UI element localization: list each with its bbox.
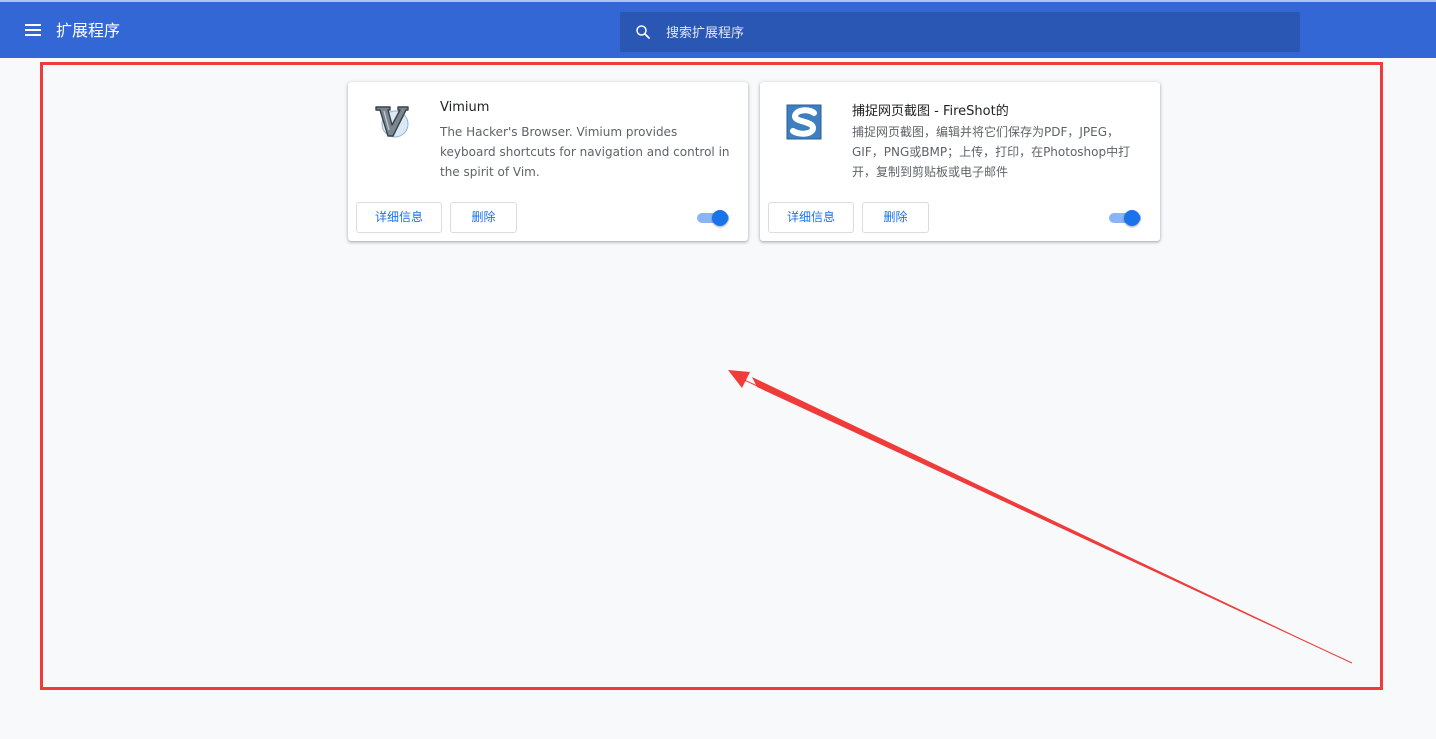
remove-button[interactable]: 删除: [450, 202, 517, 233]
vimium-logo-icon: [375, 106, 409, 138]
extension-name: 捕捉网页截图 - FireShot的: [852, 104, 1009, 119]
details-button[interactable]: 详细信息: [768, 202, 854, 233]
extension-description: The Hacker's Browser. Vimium provides ke…: [440, 125, 730, 179]
extension-card-fireshot: 捕捉网页截图 - FireShot的 捕捉网页截图，编辑并将它们保存为PDF，J…: [760, 82, 1160, 241]
toolbar: 扩展程序: [0, 0, 1436, 58]
page-title: 扩展程序: [56, 21, 121, 40]
toggle-knob: [1124, 210, 1140, 226]
enable-toggle[interactable]: [697, 210, 731, 226]
search-icon[interactable]: [634, 23, 652, 41]
fireshot-logo-icon: [786, 104, 822, 140]
search-input[interactable]: [664, 12, 1288, 54]
enable-toggle[interactable]: [1109, 210, 1143, 226]
extension-card-vimium: Vimium The Hacker's Browser. Vimium prov…: [348, 82, 748, 241]
toggle-knob: [712, 210, 728, 226]
extension-name: Vimium: [440, 100, 490, 115]
extension-description: 捕捉网页截图，编辑并将它们保存为PDF，JPEG，GIF，PNG或BMP；上传，…: [852, 125, 1131, 179]
menu-icon[interactable]: [24, 22, 44, 38]
search-box[interactable]: [620, 12, 1300, 54]
remove-button[interactable]: 删除: [862, 202, 929, 233]
details-button[interactable]: 详细信息: [356, 202, 442, 233]
